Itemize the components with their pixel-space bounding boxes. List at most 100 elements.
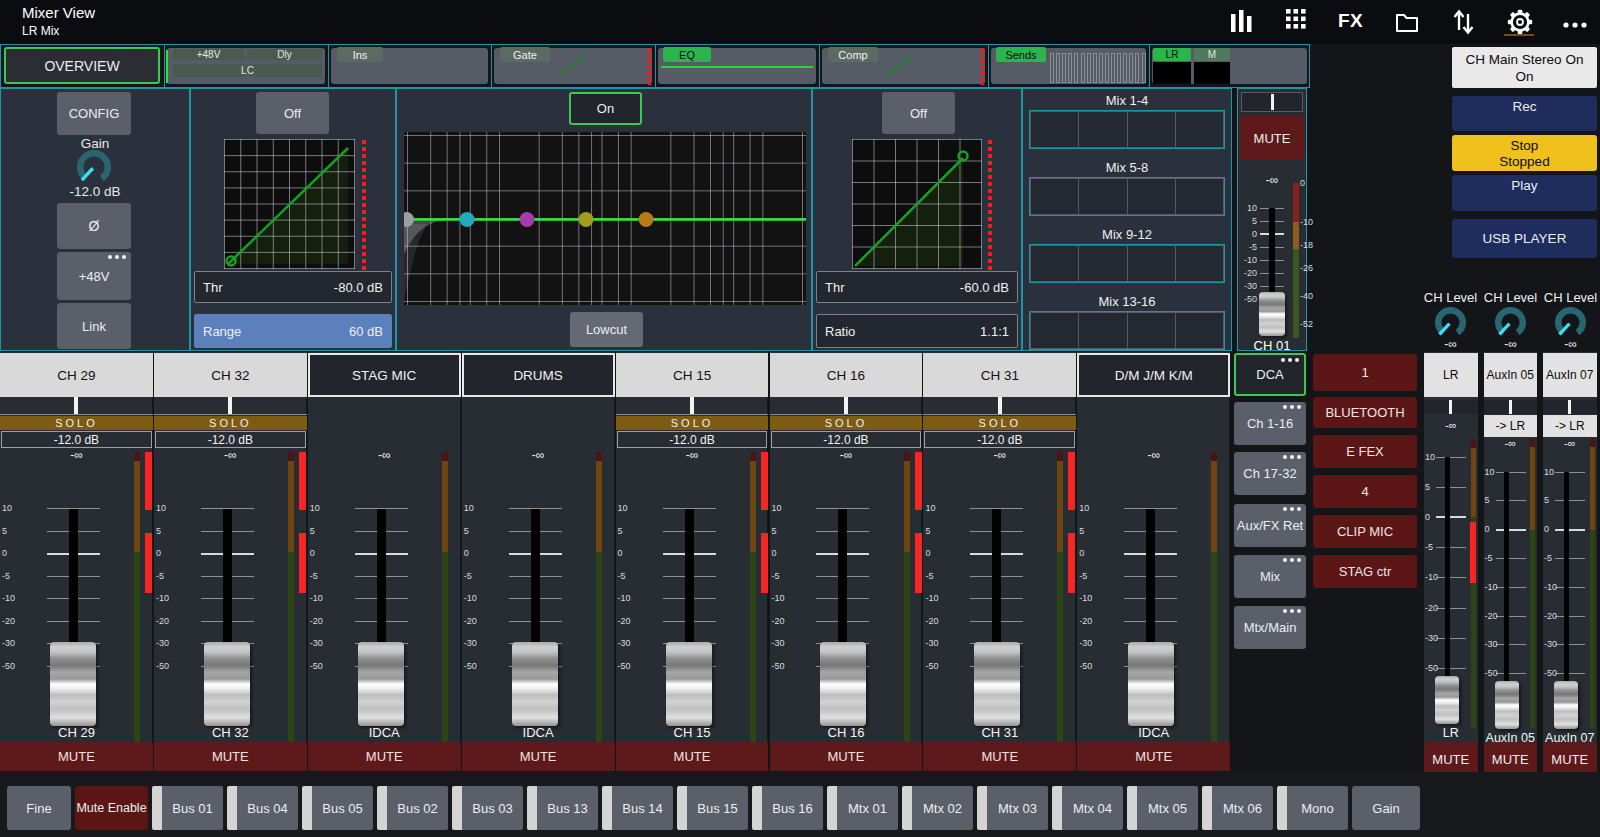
main-fader-cap[interactable] — [1259, 292, 1285, 336]
sends-slot[interactable] — [1030, 312, 1079, 349]
main-mute-button[interactable]: MUTE — [1240, 116, 1304, 160]
gain-row[interactable]: -12.0 dB — [617, 431, 768, 448]
sends-slot[interactable] — [1030, 245, 1079, 282]
ch-main-stereo-button[interactable]: CH Main Stereo OnOn — [1452, 47, 1597, 88]
gain-row[interactable]: -12.0 dB — [1, 431, 152, 448]
routing-row[interactable]: -> LR — [1543, 415, 1597, 437]
dca-group-button-1[interactable]: 1 — [1313, 354, 1417, 391]
sends-slot[interactable] — [1175, 111, 1224, 148]
toolbar-tab-bus-05[interactable]: Bus 05 — [302, 786, 373, 830]
eq-state-button[interactable]: On — [569, 92, 642, 125]
lowcut-mini-button[interactable]: LC — [173, 64, 322, 77]
grid-icon[interactable] — [1286, 9, 1312, 35]
strip-header[interactable]: AuxIn 05 — [1484, 353, 1538, 397]
dca-group-button-bluetooth[interactable]: BLUETOOTH — [1313, 397, 1417, 428]
toolbar-tab-mtx-06[interactable]: Mtx 06 — [1202, 786, 1273, 830]
strip-fader-cap[interactable] — [820, 642, 866, 726]
toolbar-tab-mtx-03[interactable]: Mtx 03 — [977, 786, 1048, 830]
toolbar-tab-bus-16[interactable]: Bus 16 — [752, 786, 823, 830]
gate-state-button[interactable]: Off — [256, 92, 329, 134]
sends-label[interactable]: Sends — [996, 47, 1046, 62]
mute-enable-button[interactable]: Mute Enable — [75, 786, 148, 830]
strip-mute-button[interactable]: MUTE — [770, 742, 923, 771]
main-lr-label[interactable]: LR — [1153, 48, 1191, 61]
dca-group-button-clip-mic[interactable]: CLIP MIC — [1313, 515, 1417, 548]
gear-icon[interactable] — [1506, 8, 1534, 36]
gate-range-row[interactable]: Range60 dB — [194, 314, 392, 348]
strip-mute-button[interactable]: MUTE — [308, 742, 461, 771]
strip-fader-cap[interactable] — [50, 642, 96, 726]
pan-indicator[interactable] — [74, 397, 78, 415]
comp-thr-row[interactable]: Thr-60.0 dB — [816, 271, 1018, 303]
usb-player-button[interactable]: USB PLAYER — [1452, 219, 1597, 258]
main-m-label[interactable]: M — [1194, 48, 1230, 61]
eq-label[interactable]: EQ — [663, 47, 711, 62]
solo-row[interactable]: SOLO — [923, 416, 1076, 430]
pan-indicator[interactable] — [228, 397, 232, 415]
sends-slot[interactable] — [1127, 111, 1176, 148]
eq-lowcut-button[interactable]: Lowcut — [570, 312, 643, 347]
gain-row[interactable]: -12.0 dB — [771, 431, 922, 448]
main-pan-slider[interactable] — [1241, 92, 1303, 112]
play-button[interactable]: Play — [1452, 175, 1597, 211]
sends-slot[interactable] — [1175, 245, 1224, 282]
strip-header[interactable]: CH 15 — [616, 353, 769, 397]
meters-icon[interactable] — [1230, 9, 1256, 35]
routing-row[interactable]: -> LR — [1484, 415, 1538, 437]
sends-slot[interactable] — [1175, 178, 1224, 215]
sends-slot[interactable] — [1030, 178, 1079, 215]
toolbar-tab-mtx-05[interactable]: Mtx 05 — [1127, 786, 1198, 830]
strip-fader-cap[interactable] — [358, 642, 404, 726]
transfer-icon[interactable] — [1453, 9, 1475, 35]
ins-label[interactable]: Ins — [337, 47, 383, 62]
folder-icon[interactable] — [1395, 10, 1421, 34]
toolbar-tab-mono[interactable]: Mono — [1277, 786, 1348, 830]
sends-slot[interactable] — [1030, 111, 1079, 148]
right-fader-cap[interactable] — [1435, 676, 1459, 724]
pan-indicator[interactable] — [1484, 400, 1538, 414]
rec-button[interactable]: Rec — [1452, 96, 1597, 131]
toolbar-tab-bus-02[interactable]: Bus 02 — [377, 786, 448, 830]
solo-row[interactable]: SOLO — [770, 416, 923, 430]
toolbar-gain-button[interactable]: Gain — [1352, 786, 1420, 830]
solo-row[interactable]: SOLO — [616, 416, 769, 430]
layer-button-ch-17-32[interactable]: Ch 17-32 — [1234, 452, 1306, 495]
strip-fader-cap[interactable] — [512, 642, 558, 726]
phantom-mini-button[interactable]: +48V — [173, 49, 244, 60]
right-fader-cap[interactable] — [1495, 681, 1519, 729]
config-button[interactable]: CONFIG — [57, 92, 131, 135]
eq-band-handle[interactable] — [520, 212, 535, 227]
sends-slot[interactable] — [1078, 312, 1127, 349]
eq-band-handle[interactable] — [460, 212, 475, 227]
toolbar-tab-mtx-04[interactable]: Mtx 04 — [1052, 786, 1123, 830]
overview-button[interactable]: OVERVIEW — [4, 47, 160, 84]
delay-mini-button[interactable]: Dly — [247, 49, 322, 60]
toolbar-tab-mtx-02[interactable]: Mtx 02 — [902, 786, 973, 830]
strip-header[interactable]: AuxIn 07 — [1543, 353, 1597, 397]
stop-button[interactable]: StopStopped — [1452, 135, 1597, 171]
dca-group-button-4[interactable]: 4 — [1313, 475, 1417, 508]
strip-header[interactable]: LR — [1424, 353, 1478, 397]
gain-knob[interactable] — [72, 145, 116, 189]
layer-button-mix[interactable]: Mix — [1234, 555, 1306, 598]
fx-icon[interactable]: FX — [1338, 10, 1363, 32]
sends-slot[interactable] — [1078, 111, 1127, 148]
pan-indicator[interactable] — [998, 397, 1002, 415]
strip-fader-cap[interactable] — [974, 642, 1020, 726]
strip-fader-cap[interactable] — [666, 642, 712, 726]
more-icon[interactable] — [1562, 20, 1590, 30]
solo-row[interactable]: SOLO — [0, 416, 153, 430]
sends-slot[interactable] — [1127, 245, 1176, 282]
strip-fader-cap[interactable] — [204, 642, 250, 726]
layer-button-aux-fx-ret[interactable]: Aux/FX Ret — [1234, 504, 1306, 547]
link-button[interactable]: Link — [57, 303, 131, 349]
fine-button[interactable]: Fine — [7, 786, 71, 830]
pan-indicator[interactable] — [844, 397, 848, 415]
gain-row[interactable]: -12.0 dB — [924, 431, 1075, 448]
sends-slot[interactable] — [1175, 312, 1224, 349]
strip-header[interactable]: DRUMS — [462, 353, 615, 397]
strip-header[interactable]: CH 31 — [923, 353, 1076, 397]
solo-row[interactable]: SOLO — [154, 416, 307, 430]
phantom-button[interactable]: +48V — [57, 252, 131, 300]
layer-button-ch-1-16[interactable]: Ch 1-16 — [1234, 402, 1306, 445]
